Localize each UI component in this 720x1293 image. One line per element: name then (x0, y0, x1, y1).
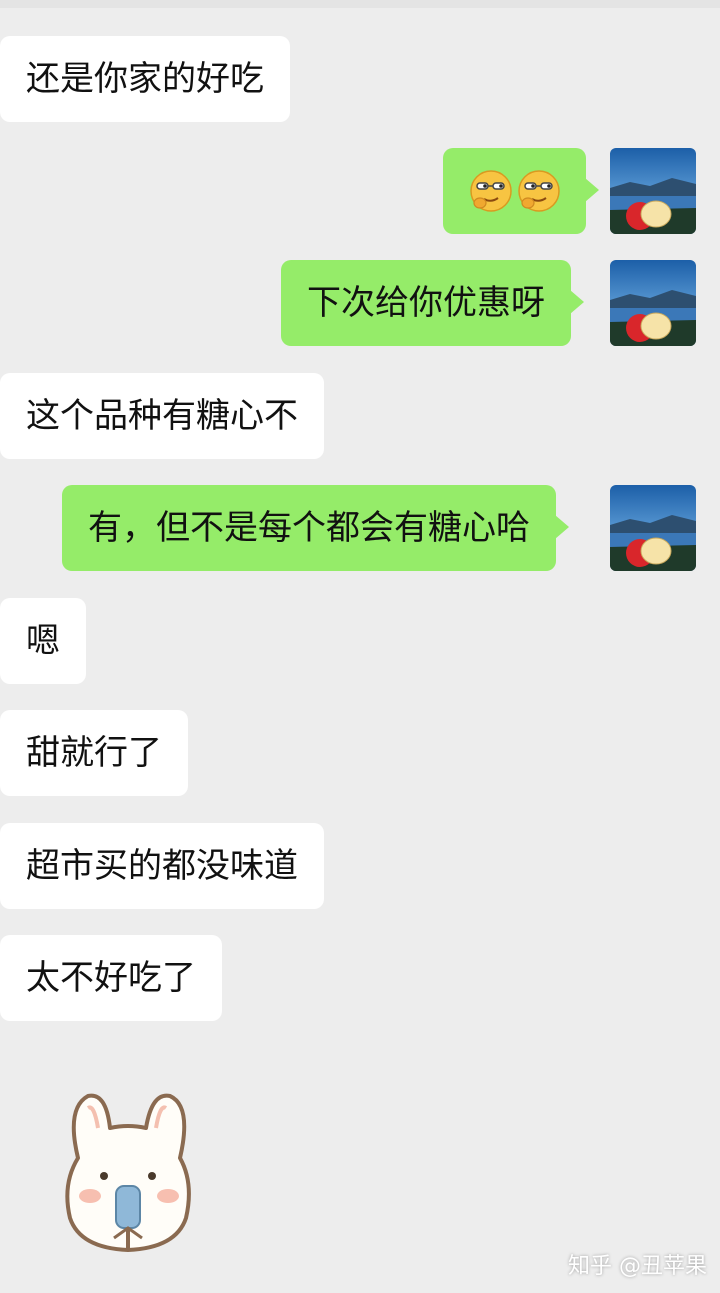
message-text: 这个品种有糖心不 (26, 396, 298, 436)
watermark: 知乎 @丑苹果 (568, 1254, 707, 1279)
message-bubble-incoming[interactable]: 嗯 (0, 598, 86, 684)
bunny-popsicle-sticker[interactable] (48, 1088, 208, 1258)
message-bubble-incoming[interactable]: 还是你家的好吃 (0, 36, 290, 122)
message-bubble-outgoing[interactable]: 下次给你优惠呀 (281, 260, 584, 346)
message-text: 还是你家的好吃 (26, 59, 264, 99)
message-bubble-outgoing[interactable] (443, 148, 599, 234)
apple-lake-avatar[interactable] (610, 148, 696, 234)
message-text: 嗯 (26, 621, 60, 661)
message-bubble-incoming[interactable]: 甜就行了 (0, 710, 188, 796)
message-text: 超市买的都没味道 (26, 846, 298, 886)
message-text: 太不好吃了 (26, 958, 196, 998)
emoji-group (443, 148, 586, 234)
apple-lake-avatar[interactable] (610, 485, 696, 571)
message-bubble-outgoing[interactable]: 有，但不是每个都会有糖心哈 (62, 485, 569, 571)
top-divider (0, 0, 720, 8)
message-bubble-incoming[interactable]: 这个品种有糖心不 (0, 373, 324, 459)
apple-lake-avatar[interactable] (610, 260, 696, 346)
smirk-glasses-emoji (517, 170, 560, 212)
message-text: 有，但不是每个都会有糖心哈 (88, 508, 530, 548)
message-text: 甜就行了 (26, 733, 162, 773)
smirk-glasses-emoji (469, 170, 512, 212)
message-bubble-incoming[interactable]: 超市买的都没味道 (0, 823, 324, 909)
message-text: 下次给你优惠呀 (307, 283, 545, 323)
message-bubble-incoming[interactable]: 太不好吃了 (0, 935, 222, 1021)
